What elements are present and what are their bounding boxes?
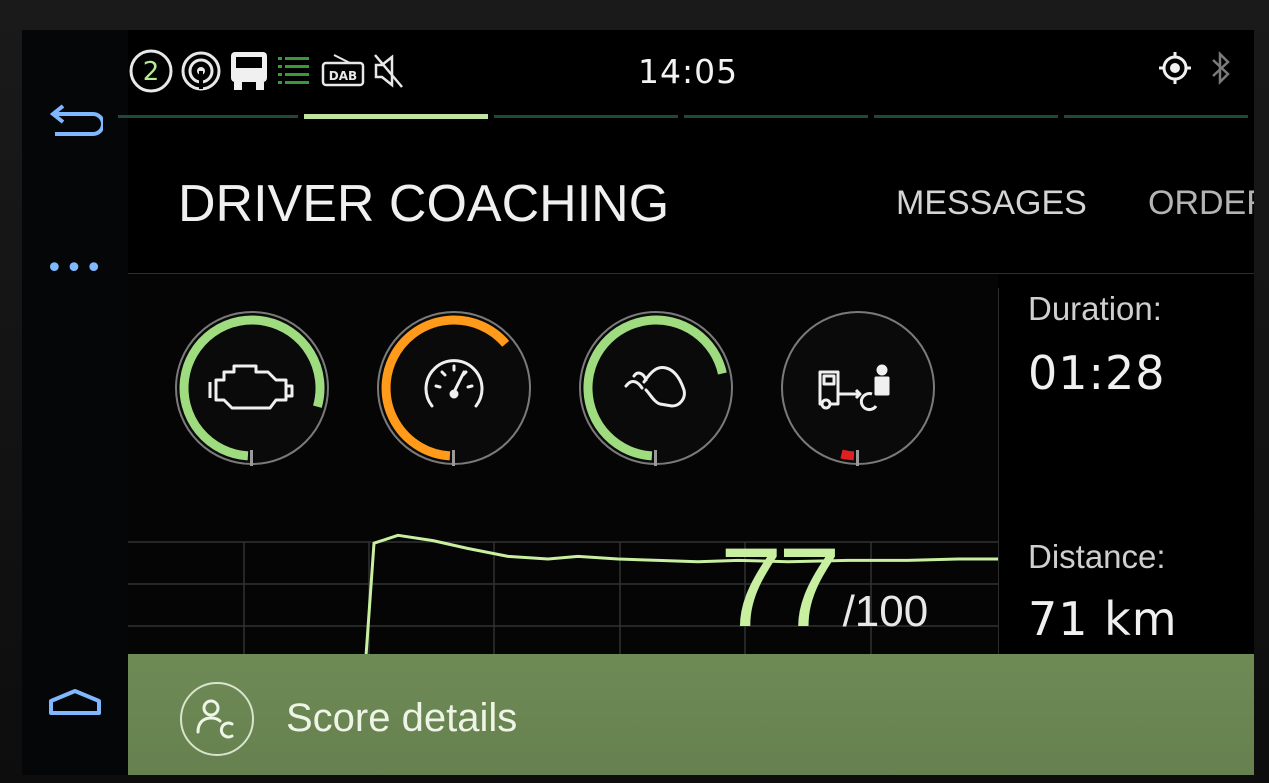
channel-badge-icon: 2 bbox=[128, 48, 174, 94]
score-value: 77 bbox=[720, 525, 841, 650]
page-indicator[interactable] bbox=[874, 115, 1058, 118]
score-details-label: Score details bbox=[286, 696, 518, 740]
truck-icon bbox=[228, 49, 270, 93]
home-icon bbox=[49, 689, 101, 715]
equalizer-icon bbox=[276, 53, 314, 89]
more-icon: ••• bbox=[45, 251, 105, 286]
tab-messages[interactable]: MESSAGES bbox=[896, 184, 1087, 223]
nav-rail: ••• bbox=[22, 30, 128, 775]
page-title: DRIVER COACHING bbox=[178, 175, 670, 233]
dab-radio-icon: DAB bbox=[320, 53, 366, 89]
score-display: 77 /100 bbox=[720, 532, 928, 644]
gauge-engine[interactable] bbox=[172, 308, 332, 468]
score-details-icon bbox=[196, 699, 234, 739]
gauge-coasting[interactable] bbox=[576, 308, 736, 468]
status-icons-right bbox=[1158, 50, 1232, 86]
signal-icon bbox=[180, 50, 222, 92]
page-indicator-active[interactable] bbox=[304, 114, 488, 119]
page-indicators bbox=[118, 114, 1248, 121]
score-max: /100 bbox=[842, 587, 929, 636]
page-indicator[interactable] bbox=[1064, 115, 1248, 118]
channel-number: 2 bbox=[143, 57, 160, 87]
back-icon bbox=[49, 104, 103, 136]
dab-label: DAB bbox=[329, 69, 357, 83]
mute-icon bbox=[372, 51, 406, 91]
score-details-icon-button[interactable] bbox=[180, 682, 254, 756]
page-indicator[interactable] bbox=[684, 115, 868, 118]
gauge-anticipation[interactable] bbox=[778, 308, 938, 468]
home-button[interactable] bbox=[42, 677, 108, 727]
gauge-speed[interactable] bbox=[374, 308, 534, 468]
page-indicator[interactable] bbox=[494, 115, 678, 118]
back-button[interactable] bbox=[42, 96, 108, 146]
screen: ••• 2 DAB 14:05 DRIVER COACHING MESSAGES… bbox=[22, 30, 1254, 775]
info-divider bbox=[998, 288, 999, 654]
tab-order[interactable]: ORDER bbox=[1148, 184, 1254, 223]
page-indicator[interactable] bbox=[118, 115, 298, 118]
more-button[interactable]: ••• bbox=[42, 244, 108, 294]
gps-icon bbox=[1158, 51, 1192, 85]
duration-value: 01:28 bbox=[1028, 346, 1166, 400]
coaching-panel: 77 /100 bbox=[128, 274, 998, 656]
clock: 14:05 bbox=[638, 52, 739, 91]
duration-label: Duration: bbox=[1028, 290, 1162, 327]
app-header: DRIVER COACHING MESSAGES ORDER bbox=[128, 122, 1254, 274]
score-details-button[interactable]: Score details bbox=[128, 654, 1254, 775]
bluetooth-icon bbox=[1210, 50, 1232, 86]
status-bar: 2 DAB 14:05 bbox=[128, 30, 1254, 118]
trip-info: Duration: 01:28 Distance: 71 km bbox=[1002, 274, 1254, 654]
distance-value: 71 km bbox=[1028, 592, 1178, 646]
status-icons-left: 2 DAB bbox=[128, 48, 406, 94]
distance-label: Distance: bbox=[1028, 538, 1166, 575]
